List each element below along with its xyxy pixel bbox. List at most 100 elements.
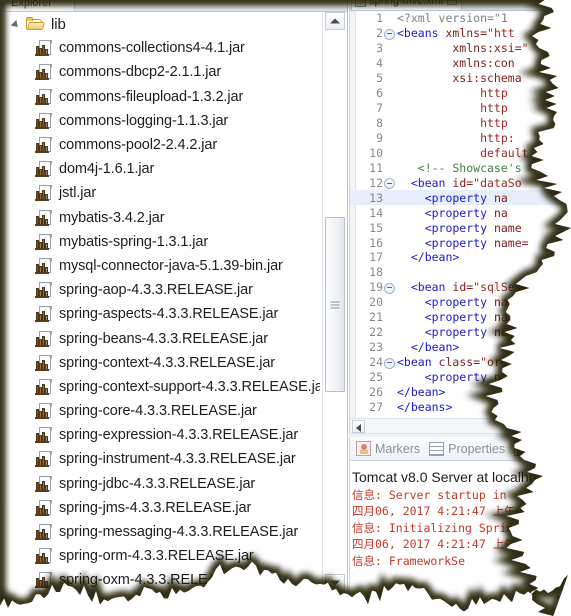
tree-row-jar[interactable]: spring-jdbc-4.3.3.RELEASE.jar [0, 472, 320, 496]
code-line[interactable]: 9 http: [350, 131, 571, 146]
tree-row-jar[interactable]: commons-fileupload-1.3.2.jar [0, 85, 320, 109]
line-number: 7 [376, 101, 383, 116]
code-line[interactable]: 18 [350, 265, 571, 280]
scroll-down-button[interactable] [325, 574, 345, 592]
tree-row-jar[interactable]: spring-context-support-4.3.3.RELEASE.jar [0, 375, 320, 399]
tab-explorer[interactable]: Explorer [4, 0, 75, 11]
code-line[interactable]: 1 <?xml version="1 [350, 11, 571, 26]
code-line[interactable]: 14 <property na [350, 205, 571, 220]
jar-file-icon [35, 64, 52, 81]
project-explorer-panel: Explorer ▭ ▽ ⚙ lib commons-collections4-… [0, 0, 348, 592]
code-line[interactable]: 2 <beans xmlns="htt [350, 26, 571, 41]
tab-spring-mvc-xml[interactable]: spring-mvc.xml × [351, 0, 462, 10]
code-text: xsi:schema [397, 71, 522, 86]
line-number: 18 [369, 265, 383, 280]
fold-collapse-icon[interactable] [384, 177, 395, 190]
code-line[interactable]: 17 </bean> [350, 250, 571, 265]
code-line[interactable]: 7 http [350, 101, 571, 116]
tree-row-jar[interactable]: mysql-connector-java-5.1.39-bin.jar [0, 254, 320, 278]
xml-code-editor[interactable]: 1 <?xml version="1 2 <beans xmlns="htt 3 xml… [349, 11, 571, 433]
tree-row-jar[interactable]: spring-context-4.3.3.RELEASE.jar [0, 351, 320, 375]
tree-row-jar[interactable]: spring-messaging-4.3.3.RELEASE.jar [0, 520, 320, 544]
line-number: 19 [369, 280, 383, 295]
tree-row-jar[interactable]: spring-aspects-4.3.3.RELEASE.jar [0, 302, 320, 326]
tree-row-lib-folder[interactable]: lib [0, 12, 320, 36]
tree-row-jar[interactable]: commons-pool2-2.4.2.jar [0, 133, 320, 157]
tab-markers[interactable]: Markers [354, 438, 427, 460]
tree-row-jar[interactable]: spring-instrument-4.3.3.RELEASE.jar [0, 447, 320, 471]
console-output[interactable]: 信息: Server startup in 四月06, 2017 4:21:47 … [352, 487, 571, 569]
xml-file-icon [355, 0, 366, 7]
code-line[interactable]: 21 <property name= [350, 310, 571, 325]
code-line[interactable]: 11 <!-- Showcase's [350, 160, 571, 175]
editor-tab-bar: spring-mvc.xml × [349, 0, 571, 11]
jar-file-icon [35, 475, 52, 492]
tree-row-jar[interactable]: commons-logging-1.1.3.jar [0, 109, 320, 133]
tree-row-jar[interactable]: mybatis-spring-1.3.1.jar [0, 230, 320, 254]
code-line[interactable]: 13 <property na [350, 190, 571, 206]
code-line[interactable]: 25 <property nam [350, 370, 571, 385]
code-line[interactable]: 4 xmlns:con [350, 56, 571, 71]
line-number: 15 [369, 220, 383, 235]
code-line[interactable]: 8 http [350, 116, 571, 131]
code-line[interactable]: 16 <property name= [350, 235, 571, 250]
code-line[interactable]: 3 xmlns:xsi=" [350, 41, 571, 56]
tree-row-jar[interactable]: spring-expression-4.3.3.RELEASE.jar [0, 423, 320, 447]
close-icon[interactable]: × [446, 0, 457, 5]
tab-properties[interactable]: Properties [427, 438, 512, 460]
tree-row-jar[interactable]: spring-core-4.3.3.RELEASE.jar [0, 399, 320, 423]
code-text: xmlns:con [397, 56, 515, 71]
code-text: <property name= [397, 310, 529, 325]
scroll-up-button[interactable] [325, 12, 345, 30]
line-number: 14 [369, 205, 383, 220]
tree-row-jar[interactable]: spring-orm-4.3.3.RELEASE.jar [0, 544, 320, 568]
code-line[interactable]: 6 http [350, 86, 571, 101]
editor-horizontal-scrollbar[interactable] [350, 418, 571, 433]
scroll-left-button[interactable] [352, 420, 365, 433]
code-line[interactable]: 20 <property name=" [350, 295, 571, 310]
console-error-icon [514, 441, 530, 456]
code-line[interactable]: 23 </bean> [350, 340, 571, 355]
code-line[interactable]: 5 xsi:schema [350, 71, 571, 86]
jar-file-icon [35, 40, 52, 57]
tree-row-jar[interactable]: spring-aop-4.3.3.RELEASE.jar [0, 278, 320, 302]
fold-collapse-icon[interactable] [384, 357, 395, 369]
jar-file-icon [35, 427, 52, 444]
code-line[interactable]: 27 </beans> [350, 399, 571, 414]
tree-row-jar[interactable]: commons-dbcp2-2.1.1.jar [0, 60, 320, 84]
tree-row-jar[interactable]: spring-jms-4.3.3.RELEASE.jar [0, 496, 320, 520]
code-line[interactable]: 10 default [350, 145, 571, 160]
tab-console[interactable] [512, 438, 540, 460]
code-line[interactable]: 15 <property name [350, 220, 571, 235]
code-line[interactable]: 22 <property name= [350, 325, 571, 340]
scrollbar-thumb[interactable] [325, 217, 345, 392]
code-line[interactable]: 24 <bean class="org.m [350, 355, 571, 370]
tree-row-jar[interactable]: dom4j-1.6.1.jar [0, 157, 320, 181]
jar-file-icon [35, 354, 52, 371]
code-line[interactable]: 26 </bean> [350, 384, 571, 399]
tree-row-jar[interactable]: jstl.jar [0, 181, 320, 205]
code-text: </bean> [397, 340, 460, 355]
line-number: 22 [369, 325, 383, 340]
jar-file-icon [35, 233, 52, 250]
tree-label-jar: spring-aop-4.3.3.RELEASE.jar [59, 282, 253, 299]
explorer-vertical-scrollbar[interactable] [322, 12, 346, 592]
tree-label-jar: dom4j-1.6.1.jar [59, 161, 155, 178]
fold-collapse-icon[interactable] [384, 28, 395, 40]
file-tree[interactable]: lib commons-collections4-4.1.jar commons-… [0, 12, 320, 592]
code-lines: 1 <?xml version="1 2 <beans xmlns="htt 3 xml… [350, 11, 571, 414]
console-line: 信息: FrameworkSe [352, 553, 466, 568]
explorer-view-menu-icons[interactable]: ▭ ▽ ⚙ [285, 0, 342, 2]
tree-row-jar[interactable]: mybatis-3.4.2.jar [0, 206, 320, 230]
fold-collapse-icon[interactable] [384, 282, 395, 294]
tree-row-jar[interactable]: spring-oxm-4.3.3.RELEASE.jar [0, 568, 320, 592]
tab-markers-label: Markers [375, 441, 421, 456]
tree-row-jar[interactable]: spring-beans-4.3.3.RELEASE.jar [0, 326, 320, 350]
code-line[interactable]: 12 <bean id="dataSo [350, 175, 571, 190]
code-line[interactable]: 19 <bean id="sqlSessi [350, 280, 571, 295]
line-number: 27 [369, 399, 383, 414]
tree-row-jar[interactable]: commons-collections4-4.1.jar [0, 36, 320, 60]
collapse-triangle-icon[interactable] [12, 19, 22, 29]
